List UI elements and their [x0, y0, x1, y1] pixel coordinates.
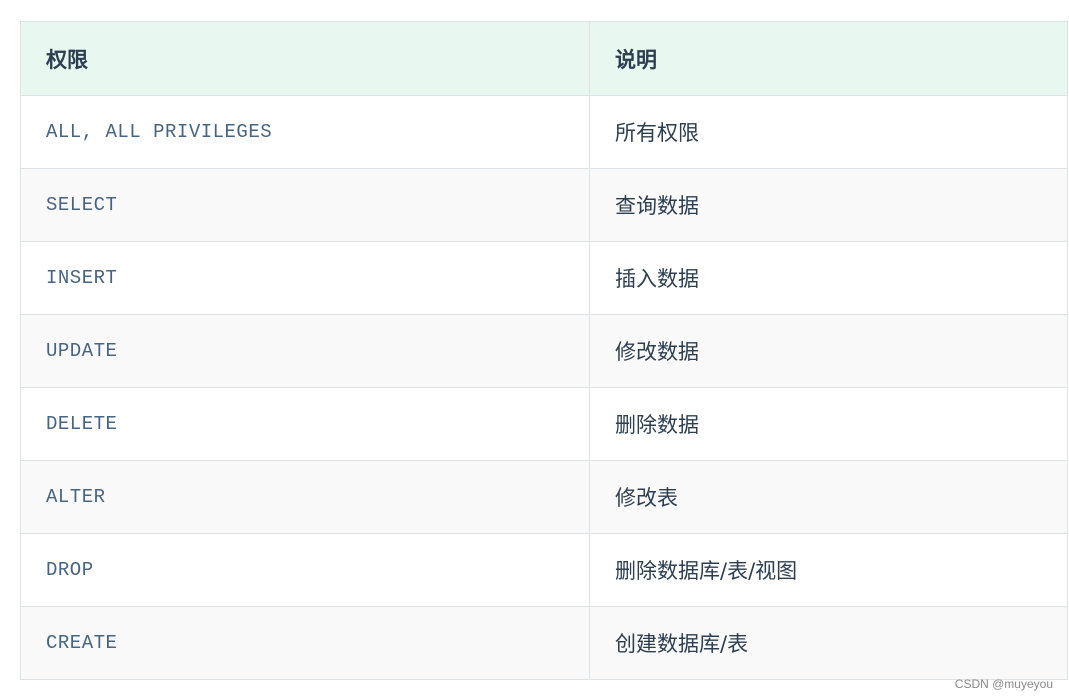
- privilege-cell: DROP: [20, 533, 590, 607]
- csdn-watermark: CSDN @muyeyou: [954, 677, 1053, 691]
- description-cell: 修改表: [589, 460, 1068, 534]
- description-cell: 创建数据库/表: [589, 606, 1068, 680]
- privilege-cell: UPDATE: [20, 314, 590, 388]
- privilege-cell: ALTER: [20, 460, 590, 534]
- table-body: ALL, ALL PRIVILEGES 所有权限 SELECT 查询数据 INS…: [20, 95, 1068, 680]
- table-row: ALL, ALL PRIVILEGES 所有权限: [20, 95, 1068, 169]
- table-row: DELETE 删除数据: [20, 387, 1068, 461]
- privilege-cell: CREATE: [20, 606, 590, 680]
- privilege-cell: INSERT: [20, 241, 590, 315]
- table-header: 权限 说明: [20, 21, 1068, 96]
- header-row: 权限 说明: [20, 21, 1068, 96]
- table-row: UPDATE 修改数据: [20, 314, 1068, 388]
- privilege-table: 权限 说明 ALL, ALL PRIVILEGES 所有权限 SELECT 查询…: [20, 21, 1068, 680]
- description-cell: 插入数据: [589, 241, 1068, 315]
- privilege-cell: SELECT: [20, 168, 590, 242]
- description-cell: 删除数据库/表/视图: [589, 533, 1068, 607]
- description-cell: 删除数据: [589, 387, 1068, 461]
- privilege-cell: ALL, ALL PRIVILEGES: [20, 95, 590, 169]
- privilege-table-container: 权限 说明 ALL, ALL PRIVILEGES 所有权限 SELECT 查询…: [20, 21, 1068, 680]
- table-row: INSERT 插入数据: [20, 241, 1068, 315]
- header-description: 说明: [589, 21, 1068, 96]
- table-row: SELECT 查询数据: [20, 168, 1068, 242]
- table-row: DROP 删除数据库/表/视图: [20, 533, 1068, 607]
- table-row: ALTER 修改表: [20, 460, 1068, 534]
- header-privilege: 权限: [20, 21, 590, 96]
- description-cell: 修改数据: [589, 314, 1068, 388]
- description-cell: 所有权限: [589, 95, 1068, 169]
- table-row: CREATE 创建数据库/表: [20, 606, 1068, 680]
- privilege-cell: DELETE: [20, 387, 590, 461]
- description-cell: 查询数据: [589, 168, 1068, 242]
